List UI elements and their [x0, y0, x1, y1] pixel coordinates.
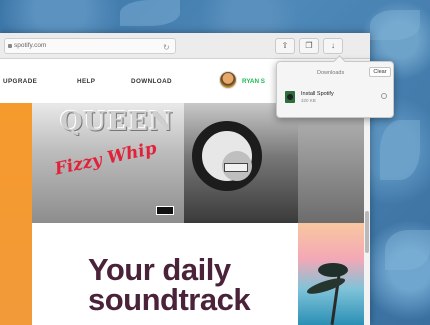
downloads-title: Downloads: [317, 70, 345, 76]
album-art-queen[interactable]: QUEEN Fizzy Whip: [32, 103, 184, 223]
browser-toolbar: spotify.com ↻ ⇧ ❐ ↓: [0, 33, 370, 59]
hero-tagline: Your daily soundtrack: [88, 252, 251, 317]
address-bar[interactable]: spotify.com ↻: [4, 38, 176, 54]
share-button[interactable]: ⇧: [275, 38, 295, 54]
clear-button[interactable]: Clear: [369, 67, 391, 77]
palm-leaves: [305, 275, 347, 297]
downloads-popover: Downloads Clear Install Spotify 320 KB: [276, 55, 394, 118]
tabs-button[interactable]: ❐: [299, 38, 319, 54]
avatar[interactable]: [219, 71, 237, 89]
nav-download[interactable]: DOWNLOAD: [131, 78, 172, 85]
scroll-thumb[interactable]: [365, 211, 369, 253]
nav-help[interactable]: HELP: [77, 78, 95, 85]
lock-icon: [8, 44, 12, 48]
tire-graphic: [192, 121, 262, 191]
plate-graphic: [224, 163, 248, 172]
album-subtitle: Fizzy Whip: [53, 138, 159, 180]
downloads-button[interactable]: ↓: [323, 38, 343, 54]
reload-icon[interactable]: ↻: [163, 41, 170, 55]
orange-sidebar-strip: [0, 103, 32, 325]
user-name[interactable]: RYAN S: [242, 78, 265, 85]
wallpaper-leaf: [120, 0, 180, 26]
wallpaper-leaf: [380, 120, 420, 180]
album-art-partial[interactable]: [298, 103, 364, 223]
url-text: spotify.com: [14, 42, 47, 49]
download-item-size: 320 KB: [301, 98, 316, 103]
download-item-name[interactable]: Install Spotify: [301, 91, 334, 97]
reveal-in-finder-icon[interactable]: [381, 93, 387, 99]
explicit-badge: [156, 206, 174, 215]
installer-icon: [285, 91, 295, 103]
palm-leaves: [318, 263, 348, 277]
beach-image: [298, 223, 364, 325]
wallpaper-leaf: [385, 230, 430, 270]
wallpaper-leaf: [370, 10, 420, 40]
scrollbar[interactable]: [364, 103, 370, 325]
page-content: QUEEN Fizzy Whip Your daily soundtrack: [0, 103, 364, 325]
hero-card: Your daily soundtrack: [32, 223, 298, 325]
nav-upgrade[interactable]: UPGRADE: [3, 78, 37, 85]
album-title: QUEEN: [60, 107, 174, 137]
album-art-car[interactable]: [184, 103, 298, 223]
